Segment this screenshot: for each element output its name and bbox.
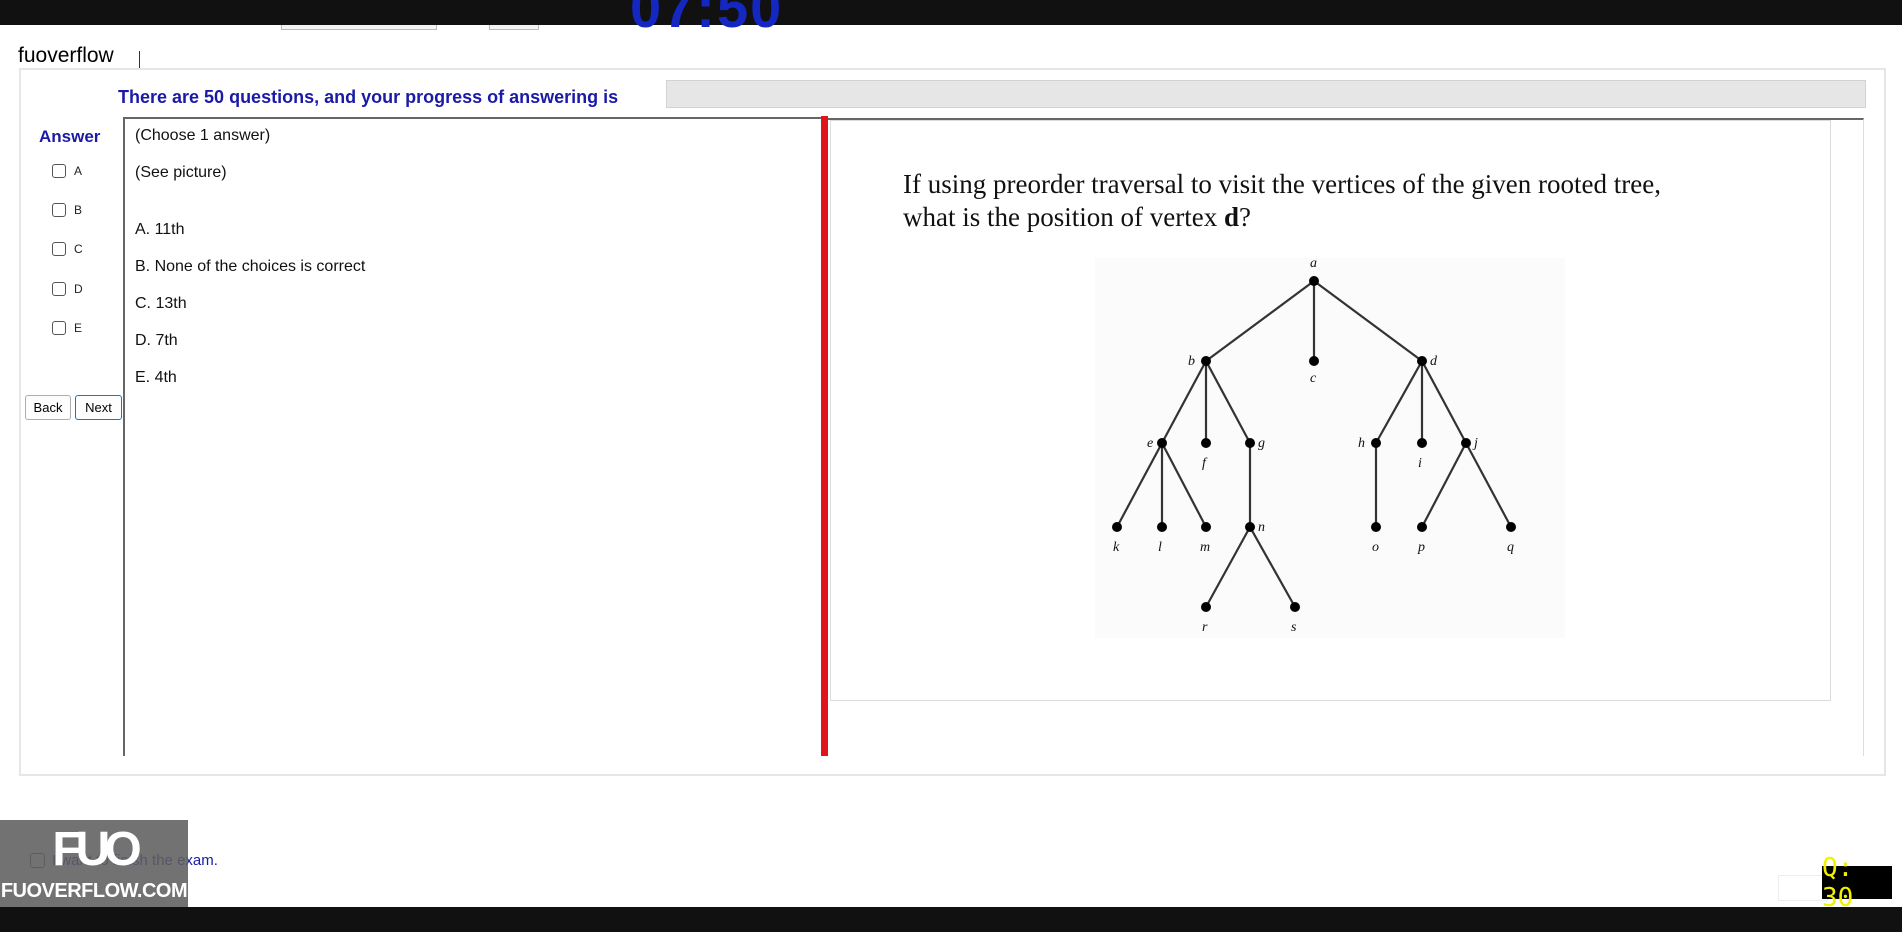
option-d-label: D (74, 282, 83, 296)
panel-divider[interactable] (821, 116, 828, 756)
question-see-picture: (See picture) (135, 164, 227, 181)
tree-label-a: a (1310, 256, 1317, 271)
choice-a-text: A. 11th (135, 221, 185, 238)
picture-text-vertex: d (1223, 202, 1239, 232)
option-b-label: B (74, 203, 83, 217)
tree-label-p: p (1417, 540, 1425, 555)
option-e[interactable]: E (52, 318, 82, 338)
option-c-label: C (74, 242, 83, 256)
option-a-label: A (74, 164, 83, 178)
choice-b-text: B. None of the choices is correct (135, 258, 366, 275)
option-c-checkbox[interactable] (52, 242, 66, 256)
choice-e-text: E. 4th (135, 369, 177, 386)
tree-label-i: i (1418, 456, 1422, 471)
logo-mark: FUO (52, 823, 141, 876)
text-caret (139, 51, 140, 69)
exam-timer: 07:50 (630, 0, 784, 38)
tree-label-d: d (1430, 354, 1438, 369)
tree-label-e: e (1147, 436, 1153, 451)
picture-text-line-2-prefix: what is the position of vertex (903, 202, 1224, 232)
choice-c-text: C. 13th (135, 295, 187, 312)
tree-label-q: q (1507, 540, 1514, 555)
picture-question-text: If using preorder traversal to visit the… (903, 168, 1803, 234)
option-b-checkbox[interactable] (52, 203, 66, 217)
tree-label-l: l (1158, 540, 1162, 555)
top-black-bar (0, 0, 1902, 25)
option-d[interactable]: D (52, 279, 83, 299)
question-text-area[interactable]: (Choose 1 answer) (See picture) A. 11th … (123, 117, 823, 756)
option-c[interactable]: C (52, 239, 83, 259)
brand-label: fuoverflow (18, 44, 114, 67)
top-dropdown[interactable] (281, 25, 437, 30)
progress-label: There are 50 questions, and your progres… (118, 87, 619, 107)
tree-label-h: h (1358, 436, 1365, 451)
tree-label-r: r (1202, 620, 1208, 635)
choice-d-text: D. 7th (135, 332, 178, 349)
option-e-checkbox[interactable] (52, 321, 66, 335)
answer-title: Answer (39, 127, 101, 146)
tree-label-f: f (1202, 456, 1208, 471)
option-a-checkbox[interactable] (52, 164, 66, 178)
bottom-black-bar (0, 907, 1902, 932)
tree-label-n: n (1258, 520, 1265, 535)
question-instruction: (Choose 1 answer) (135, 127, 271, 144)
tree-label-s: s (1291, 620, 1297, 635)
tree-label-o: o (1372, 540, 1379, 555)
top-small-button[interactable] (489, 25, 539, 30)
rooted-tree-diagram: a b c d e f g h i j k l m n o p q r s (1112, 256, 1516, 635)
tree-label-k: k (1113, 540, 1120, 555)
next-button[interactable]: Next (75, 395, 122, 420)
tree-label-g: g (1258, 436, 1265, 451)
option-a[interactable]: A (52, 161, 82, 181)
question-number-input[interactable] (1778, 875, 1828, 901)
progress-bar (666, 80, 1866, 108)
picture-text-line-1: If using preorder traversal to visit the… (903, 169, 1661, 199)
back-button[interactable]: Back (25, 395, 71, 420)
tree-label-j: j (1472, 436, 1478, 451)
picture-text-line-2-suffix: ? (1238, 202, 1251, 232)
option-d-checkbox[interactable] (52, 282, 66, 296)
picture-text-line-2: what is the position of vertex d? (903, 201, 1803, 234)
question-number-badge: Q: 30 (1822, 853, 1892, 913)
tree-label-m: m (1200, 540, 1210, 555)
logo-url: FUOVERFLOW.COM (0, 880, 188, 902)
fuoverflow-watermark-logo: FUO FUOVERFLOW.COM (0, 820, 188, 907)
option-e-label: E (74, 321, 83, 335)
option-b[interactable]: B (52, 200, 82, 220)
tree-label-c: c (1310, 371, 1317, 386)
tree-label-b: b (1188, 354, 1195, 369)
